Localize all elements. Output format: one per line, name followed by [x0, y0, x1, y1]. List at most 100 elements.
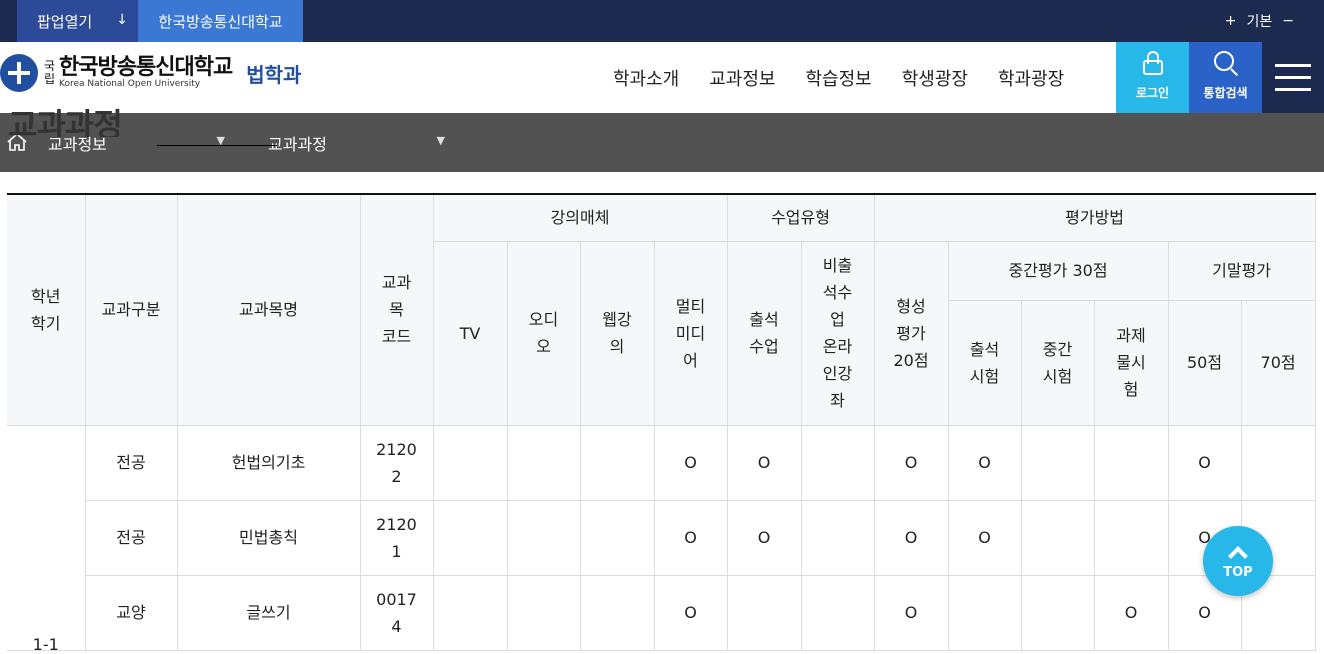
cell-course-name: 헌법의기초 — [176, 424, 361, 501]
header-midterm: 중간평가 30점 — [947, 240, 1169, 301]
arrow-down-icon: ↓ — [116, 12, 128, 28]
cell-course-name: 민법총칙 — [176, 499, 361, 576]
location-bar: 교과정보 ▼ 교과과정 ▼ — [0, 113, 1324, 172]
header-assignment: 과제 물시 험 — [1093, 299, 1169, 426]
cell-formative: O — [873, 499, 949, 576]
page-title: 교과과정 — [8, 107, 122, 137]
header-web-lecture: 웹강 의 — [579, 240, 655, 426]
cell-mid-exam — [1020, 424, 1095, 501]
cell-mid-exam — [1020, 499, 1095, 576]
cell-attend-exam: O — [947, 424, 1022, 501]
table-row: 1-1 전공 헌법의기초 2120 2 O O O O O — [7, 424, 1316, 654]
cell-online — [800, 499, 875, 576]
cell-online — [800, 424, 875, 501]
font-size-control: + 기본 − — [1225, 0, 1294, 42]
utility-bar: 팝업열기 ↓ 한국방송통신대학교 + 기본 − — [0, 0, 1324, 42]
header-mid-exam: 중간 시험 — [1020, 299, 1095, 426]
nav-item-course-info[interactable]: 교과정보 — [709, 65, 775, 91]
university-name-en: Korea National Open University — [59, 79, 201, 89]
cell-final-50: O — [1167, 424, 1242, 501]
breadcrumb-level2-label: 교과과정 — [268, 135, 327, 154]
nav-item-study-info[interactable]: 학습정보 — [806, 65, 872, 91]
header-attend-class: 출석 수업 — [726, 240, 802, 426]
header-year-term: 학년 학기 — [7, 193, 86, 426]
chevron-up-icon — [1228, 545, 1248, 566]
popup-open-button[interactable]: 팝업열기 ↓ — [17, 0, 138, 42]
curriculum-table: 학년 학기 교과구분 교과목명 교과 목 코드 강의매체 수업유형 평가방법 T… — [7, 193, 1316, 654]
cell-multimedia: O — [653, 499, 728, 576]
cell-final-70 — [1240, 424, 1316, 501]
header-formative: 형성 평가 20점 — [873, 240, 949, 426]
cell-formative: O — [873, 574, 949, 651]
national-mark: 국 립 — [44, 60, 55, 86]
logo[interactable]: 국 립 한국방송통신대학교 Korea National Open Univer… — [0, 54, 301, 92]
cell-category: 교양 — [84, 574, 178, 651]
font-decrease-button[interactable]: − — [1282, 13, 1294, 29]
header-media: 강의매체 — [432, 193, 728, 242]
university-emblem-icon — [0, 54, 38, 92]
header-tv: TV — [433, 240, 508, 426]
cell-audio — [506, 424, 581, 501]
main-nav: 학과소개 교과정보 학습정보 학생광장 학과광장 — [598, 42, 1079, 113]
search-button[interactable]: 통합검색 — [1189, 42, 1262, 113]
year-term-value: 1-1 — [32, 634, 59, 654]
cell-course-code: 2120 2 — [359, 424, 434, 501]
table-row: 교양 글쓰기 0017 4 O O O O — [7, 574, 1316, 651]
cell-attend-exam: O — [947, 499, 1022, 576]
cell-audio — [506, 574, 581, 651]
cell-web — [579, 574, 655, 651]
cell-category: 전공 — [84, 424, 178, 501]
curriculum-table-wrapper: 학년 학기 교과구분 교과목명 교과 목 코드 강의매체 수업유형 평가방법 T… — [7, 193, 1316, 654]
header-attend-exam: 출석 시험 — [948, 299, 1022, 426]
national-mark-bottom: 립 — [44, 72, 56, 86]
university-link[interactable]: 한국방송통신대학교 — [138, 0, 303, 42]
nav-item-dept-intro[interactable]: 학과소개 — [613, 65, 679, 91]
cell-mid-exam — [1020, 574, 1095, 651]
nav-item-dept-square[interactable]: 학과광장 — [998, 65, 1064, 91]
header-audio: 오디 오 — [506, 240, 581, 426]
site-header: 국 립 한국방송통신대학교 Korea National Open Univer… — [0, 42, 1324, 113]
cell-multimedia: O — [653, 424, 728, 501]
search-icon — [1213, 50, 1239, 77]
cell-tv — [432, 499, 508, 576]
cell-multimedia: O — [653, 574, 728, 651]
cell-formative: O — [873, 424, 949, 501]
header-evaluation: 평가방법 — [873, 193, 1316, 242]
breadcrumb-level2[interactable]: 교과과정 ▼ — [268, 131, 453, 155]
cell-web — [579, 499, 655, 576]
cell-course-name: 글쓰기 — [176, 574, 361, 651]
header-multimedia: 멀티 미디 어 — [653, 240, 728, 426]
divider — [157, 145, 277, 146]
caret-down-icon: ▼ — [436, 134, 445, 147]
cell-category: 전공 — [84, 499, 178, 576]
cell-tv — [432, 574, 508, 651]
cell-course-code: 2120 1 — [359, 499, 434, 576]
university-name-kr: 한국방송통신대학교 — [59, 55, 233, 80]
header-final: 기말평가 — [1167, 240, 1316, 301]
department-name: 법학과 — [246, 62, 302, 87]
header-course-name: 교과목명 — [176, 193, 361, 426]
font-increase-button[interactable]: + — [1225, 13, 1237, 29]
cell-assignment — [1093, 424, 1169, 501]
lock-icon — [1140, 50, 1166, 76]
header-course-code: 교과 목 코드 — [359, 193, 434, 426]
cell-attend-class — [726, 574, 802, 651]
hamburger-menu-button[interactable] — [1262, 42, 1324, 113]
table-row: 전공 민법총칙 2120 1 O O O O O — [7, 499, 1316, 576]
cell-audio — [506, 499, 581, 576]
popup-open-label: 팝업열기 — [37, 12, 93, 31]
cell-course-code: 0017 4 — [359, 574, 434, 651]
scroll-to-top-button[interactable]: TOP — [1203, 526, 1273, 596]
hamburger-icon — [1275, 64, 1311, 67]
top-label: TOP — [1223, 564, 1253, 580]
header-class-type: 수업유형 — [726, 193, 875, 242]
cell-attend-class: O — [726, 499, 802, 576]
cell-assignment: O — [1093, 574, 1169, 651]
nav-item-student-square[interactable]: 학생광장 — [902, 65, 968, 91]
cell-attend-class: O — [726, 424, 802, 501]
login-button[interactable]: 로그인 — [1116, 42, 1189, 113]
font-size-label: 기본 — [1246, 14, 1273, 30]
search-label: 통합검색 — [1203, 86, 1248, 100]
header-final-50: 50점 — [1167, 299, 1242, 426]
cell-web — [579, 424, 655, 501]
